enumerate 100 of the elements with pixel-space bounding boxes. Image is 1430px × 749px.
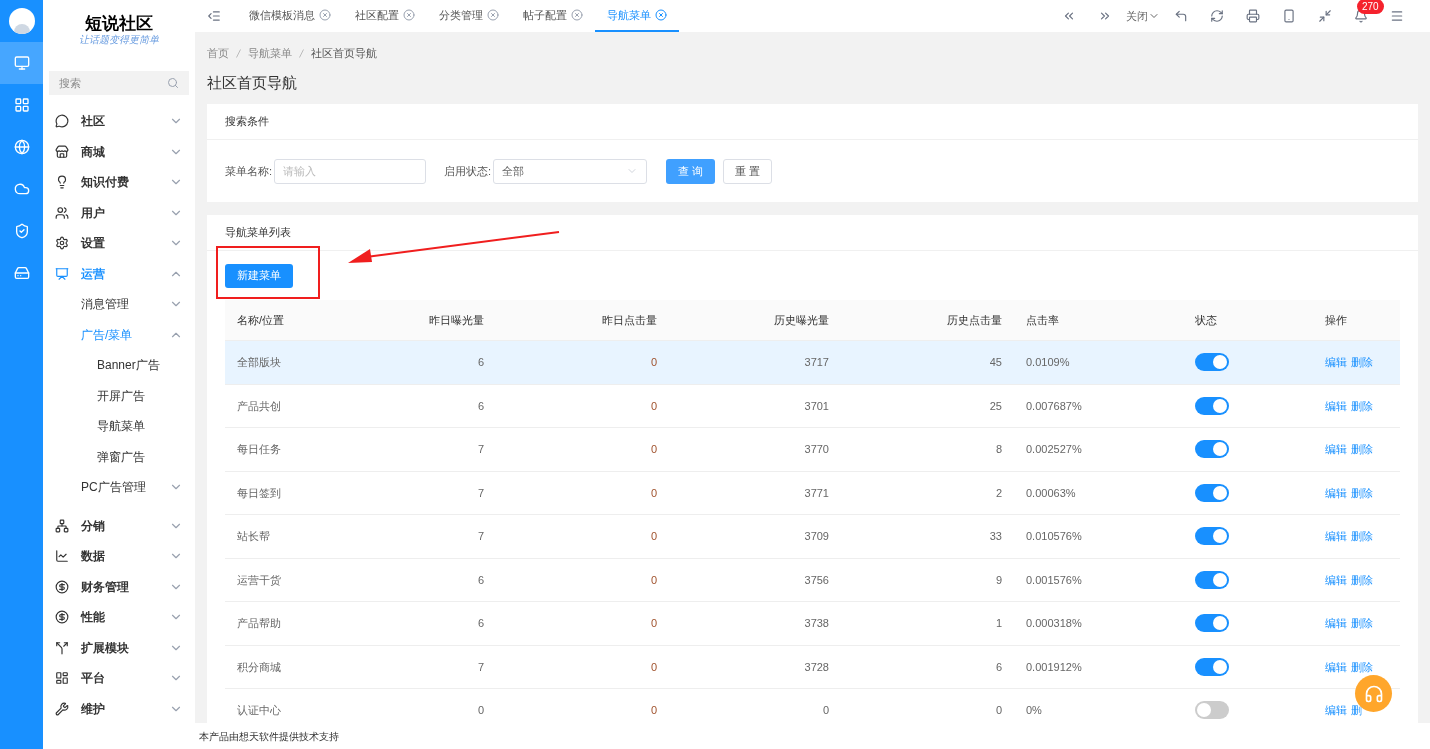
new-menu-button[interactable]: 新建菜单 <box>225 263 293 288</box>
table-cell-text: 0 <box>649 659 658 675</box>
search-field[interactable]: 搜索 <box>49 71 189 95</box>
page-title: 社区首页导航 <box>207 72 298 93</box>
collapse-icon[interactable] <box>207 9 221 23</box>
headset-icon <box>1363 683 1384 704</box>
table-cell-text: 6 <box>476 616 485 631</box>
close-icon[interactable] <box>655 9 667 21</box>
menu-icon[interactable] <box>1390 9 1404 23</box>
money-icon <box>55 610 69 625</box>
menu-item[interactable]: PC广告管理 <box>43 472 195 503</box>
name-input[interactable]: 请输入 <box>274 158 427 184</box>
menu-item[interactable]: Banner广告 <box>43 350 195 381</box>
status-switch[interactable] <box>1195 353 1229 372</box>
rewind-icon[interactable] <box>1062 9 1076 23</box>
slash-icon <box>299 48 304 58</box>
status-select[interactable]: 全部 <box>493 158 648 184</box>
status-switch[interactable] <box>1195 483 1229 502</box>
table-cell-text: 7 <box>476 659 485 675</box>
menu-item[interactable]: 知识付费 <box>43 167 195 198</box>
menu-item[interactable]: 平台 <box>43 663 195 694</box>
breadcrumb-item[interactable]: 导航菜单 <box>248 45 292 62</box>
table-cell-text: 0 <box>649 485 658 501</box>
delete-link[interactable]: 删除 <box>1351 484 1373 501</box>
menu-item[interactable]: 运营 <box>43 258 195 289</box>
edit-link[interactable]: 编辑 <box>1325 441 1347 458</box>
status-switch[interactable] <box>1195 701 1229 720</box>
tab[interactable]: 帖子配置 <box>511 0 595 32</box>
bulb-icon <box>55 175 69 190</box>
reset-button[interactable]: 重 置 <box>723 158 773 184</box>
delete-link[interactable]: 删除 <box>1351 571 1373 588</box>
delete-link[interactable]: 删除 <box>1351 397 1373 414</box>
menu-item[interactable]: 开屏广告 <box>43 380 195 411</box>
column-header: 名称/位置 <box>236 312 286 328</box>
menu-item[interactable]: 性能 <box>43 602 195 633</box>
menu-item[interactable]: 分销 <box>43 510 195 541</box>
menu-item[interactable]: 设置 <box>43 228 195 259</box>
table-row[interactable]: 全部版块 6 0 3717 45 0.0109% 编辑 删除 <box>225 341 1400 385</box>
menu-item[interactable]: 商城 <box>43 136 195 167</box>
delete-link[interactable]: 删除 <box>1351 658 1373 675</box>
status-switch[interactable] <box>1195 527 1229 546</box>
status-switch[interactable] <box>1195 614 1229 633</box>
printer-icon[interactable] <box>1246 9 1260 23</box>
table-cell-text: 0.001576% <box>1025 572 1083 588</box>
shield-icon <box>13 223 30 239</box>
delete-link[interactable]: 删 <box>1351 702 1362 719</box>
edit-link[interactable]: 编辑 <box>1325 571 1347 588</box>
fullscreen-icon[interactable] <box>1318 9 1332 23</box>
delete-link[interactable]: 删除 <box>1351 528 1373 545</box>
bell-icon[interactable] <box>1354 9 1368 23</box>
menu-item[interactable]: 广告/菜单 <box>43 319 195 350</box>
rail-item[interactable] <box>0 42 43 84</box>
edit-link[interactable]: 编辑 <box>1325 702 1347 719</box>
close-icon[interactable] <box>319 9 331 21</box>
table-cell-text: 3701 <box>803 398 830 414</box>
presentation-icon <box>55 266 69 281</box>
menu-item[interactable]: 社区 <box>43 106 195 137</box>
close-icon[interactable] <box>487 9 499 21</box>
delete-link[interactable]: 删除 <box>1351 441 1373 458</box>
menu-item[interactable]: 数据 <box>43 541 195 572</box>
edit-link[interactable]: 编辑 <box>1325 615 1347 632</box>
edit-link[interactable]: 编辑 <box>1325 528 1347 545</box>
avatar[interactable] <box>8 8 35 34</box>
edit-link[interactable]: 编辑 <box>1325 484 1347 501</box>
menu-item[interactable]: 扩展模块 <box>43 632 195 663</box>
column-header: 操作 <box>1324 312 1348 328</box>
return-icon[interactable] <box>1174 9 1188 23</box>
close-dropdown[interactable]: 关闭 <box>1126 7 1160 25</box>
menu-item[interactable]: 导航菜单 <box>43 411 195 442</box>
forward-icon[interactable] <box>1098 9 1112 23</box>
table-cell-text: 7 <box>476 485 485 501</box>
menu-item[interactable]: 维护 <box>43 693 195 724</box>
edit-link[interactable]: 编辑 <box>1325 658 1347 675</box>
edit-link[interactable]: 编辑 <box>1325 397 1347 414</box>
breadcrumb-item[interactable]: 首页 <box>207 45 229 62</box>
status-switch[interactable] <box>1195 396 1229 415</box>
table-cell-text: 6 <box>476 572 485 588</box>
status-switch[interactable] <box>1195 570 1229 589</box>
phone-icon[interactable] <box>1282 9 1296 23</box>
table-cell-text: 3738 <box>803 616 830 631</box>
delete-link[interactable]: 删除 <box>1351 615 1373 632</box>
grid-icon <box>13 97 30 113</box>
table-cell-text: 0.002527% <box>1025 442 1083 457</box>
drive-icon <box>13 265 30 281</box>
status-switch[interactable] <box>1195 440 1229 459</box>
close-icon[interactable] <box>403 9 415 21</box>
status-switch[interactable] <box>1195 657 1229 676</box>
tab[interactable]: 分类管理 <box>427 0 511 32</box>
menu-item[interactable]: 财务管理 <box>43 571 195 602</box>
table-cell-text: 0.001912% <box>1025 659 1083 675</box>
table-cell-text: 0 <box>649 355 658 370</box>
menu-item[interactable]: 消息管理 <box>43 289 195 320</box>
tab[interactable]: 社区配置 <box>343 0 427 32</box>
menu-item[interactable]: 弹窗广告 <box>43 441 195 472</box>
menu-item[interactable]: 用户 <box>43 197 195 228</box>
column-header: 状态 <box>1194 312 1218 328</box>
refresh-icon[interactable] <box>1210 9 1224 23</box>
tab[interactable]: 微信模板消息 <box>237 0 343 32</box>
close-icon[interactable] <box>571 9 583 21</box>
tab[interactable]: 导航菜单 <box>595 0 679 32</box>
